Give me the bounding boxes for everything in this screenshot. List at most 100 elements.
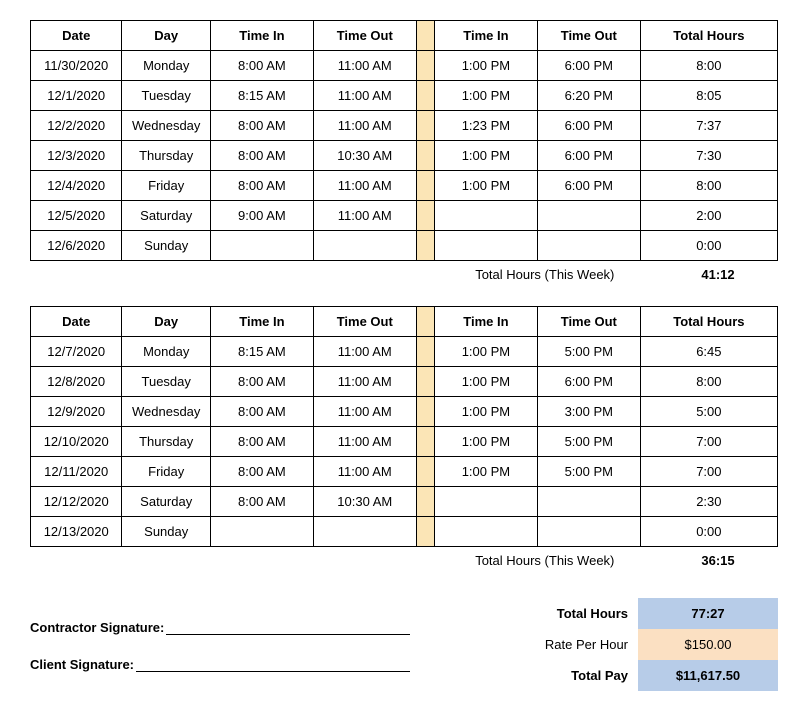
total-pay-label: Total Pay <box>498 660 638 691</box>
cell-day: Monday <box>122 51 211 81</box>
cell-in2: 1:00 PM <box>434 367 537 397</box>
week2-total-label: Total Hours (This Week) <box>475 553 614 568</box>
hdr-day: Day <box>122 21 211 51</box>
cell-total: 5:00 <box>640 397 777 427</box>
client-sig-label: Client Signature: <box>30 657 134 672</box>
cell-day: Wednesday <box>122 111 211 141</box>
table-row: 12/11/2020 Friday 8:00 AM 11:00 AM 1:00 … <box>31 457 778 487</box>
total-hours-value: 77:27 <box>638 598 778 629</box>
week1-total-value: 41:12 <box>658 267 778 282</box>
gap-cell <box>416 231 434 261</box>
cell-in2: 1:00 PM <box>434 397 537 427</box>
cell-total: 7:37 <box>640 111 777 141</box>
cell-day: Tuesday <box>122 367 211 397</box>
cell-out2: 6:00 PM <box>537 171 640 201</box>
cell-out1: 11:00 AM <box>313 457 416 487</box>
cell-in2: 1:00 PM <box>434 141 537 171</box>
cell-in1: 8:00 AM <box>210 487 313 517</box>
cell-date: 12/8/2020 <box>31 367 122 397</box>
cell-day: Friday <box>122 171 211 201</box>
client-sig-line[interactable] <box>136 658 410 672</box>
table-row: 12/4/2020 Friday 8:00 AM 11:00 AM 1:00 P… <box>31 171 778 201</box>
cell-total: 7:30 <box>640 141 777 171</box>
header-row: Date Day Time In Time Out Time In Time O… <box>31 21 778 51</box>
cell-out2: 6:20 PM <box>537 81 640 111</box>
gap-cell <box>416 487 434 517</box>
gap-cell <box>416 337 434 367</box>
cell-day: Saturday <box>122 201 211 231</box>
table-row: 12/7/2020 Monday 8:15 AM 11:00 AM 1:00 P… <box>31 337 778 367</box>
table-row: 12/8/2020 Tuesday 8:00 AM 11:00 AM 1:00 … <box>31 367 778 397</box>
cell-in2: 1:00 PM <box>434 81 537 111</box>
hdr-total: Total Hours <box>640 21 777 51</box>
cell-in2: 1:23 PM <box>434 111 537 141</box>
hdr-time-in-2: Time In <box>434 21 537 51</box>
hdr-total: Total Hours <box>640 307 777 337</box>
cell-out1: 10:30 AM <box>313 487 416 517</box>
cell-out1: 11:00 AM <box>313 367 416 397</box>
cell-date: 12/11/2020 <box>31 457 122 487</box>
cell-out1: 11:00 AM <box>313 111 416 141</box>
rate-label: Rate Per Hour <box>498 629 638 660</box>
cell-date: 12/2/2020 <box>31 111 122 141</box>
cell-date: 11/30/2020 <box>31 51 122 81</box>
table-row: 12/10/2020 Thursday 8:00 AM 11:00 AM 1:0… <box>31 427 778 457</box>
cell-in2 <box>434 231 537 261</box>
cell-in2: 1:00 PM <box>434 337 537 367</box>
cell-in1: 8:00 AM <box>210 457 313 487</box>
signature-block: Contractor Signature: Client Signature: <box>30 598 410 691</box>
week2-total-value: 36:15 <box>658 553 778 568</box>
gap-cell <box>416 51 434 81</box>
contractor-sig-line[interactable] <box>166 621 410 635</box>
hdr-date: Date <box>31 307 122 337</box>
cell-out1: 10:30 AM <box>313 141 416 171</box>
total-hours-label: Total Hours <box>498 598 638 629</box>
cell-out1: 11:00 AM <box>313 81 416 111</box>
summary-table: Total Hours 77:27 Rate Per Hour $150.00 … <box>498 598 778 691</box>
gap-cell <box>416 397 434 427</box>
cell-total: 0:00 <box>640 231 777 261</box>
cell-date: 12/6/2020 <box>31 231 122 261</box>
client-signature: Client Signature: <box>30 657 410 672</box>
cell-out2 <box>537 231 640 261</box>
timesheet-week2: Date Day Time In Time Out Time In Time O… <box>30 306 778 547</box>
cell-date: 12/1/2020 <box>31 81 122 111</box>
cell-in1 <box>210 231 313 261</box>
cell-day: Sunday <box>122 517 211 547</box>
gap-cell <box>416 81 434 111</box>
summary-rate: Rate Per Hour $150.00 <box>498 629 778 660</box>
cell-in2 <box>434 487 537 517</box>
cell-out1 <box>313 231 416 261</box>
cell-in1: 9:00 AM <box>210 201 313 231</box>
hdr-time-out-1: Time Out <box>313 307 416 337</box>
cell-out2: 6:00 PM <box>537 111 640 141</box>
cell-day: Saturday <box>122 487 211 517</box>
cell-date: 12/9/2020 <box>31 397 122 427</box>
cell-out1: 11:00 AM <box>313 201 416 231</box>
gap-cell <box>416 367 434 397</box>
cell-day: Sunday <box>122 231 211 261</box>
cell-out2: 6:00 PM <box>537 367 640 397</box>
cell-date: 12/13/2020 <box>31 517 122 547</box>
cell-day: Monday <box>122 337 211 367</box>
cell-total: 7:00 <box>640 427 777 457</box>
cell-out1: 11:00 AM <box>313 397 416 427</box>
cell-in2: 1:00 PM <box>434 51 537 81</box>
cell-date: 12/10/2020 <box>31 427 122 457</box>
cell-out1 <box>313 517 416 547</box>
cell-in1: 8:00 AM <box>210 51 313 81</box>
cell-total: 2:30 <box>640 487 777 517</box>
gap-col <box>416 307 434 337</box>
cell-out1: 11:00 AM <box>313 337 416 367</box>
hdr-time-out-1: Time Out <box>313 21 416 51</box>
contractor-signature: Contractor Signature: <box>30 620 410 635</box>
summary-total-hours: Total Hours 77:27 <box>498 598 778 629</box>
gap-cell <box>416 517 434 547</box>
cell-in2: 1:00 PM <box>434 427 537 457</box>
contractor-sig-label: Contractor Signature: <box>30 620 164 635</box>
table-row: 12/13/2020 Sunday 0:00 <box>31 517 778 547</box>
cell-in1: 8:00 AM <box>210 427 313 457</box>
cell-day: Thursday <box>122 427 211 457</box>
hdr-day: Day <box>122 307 211 337</box>
cell-out2 <box>537 201 640 231</box>
